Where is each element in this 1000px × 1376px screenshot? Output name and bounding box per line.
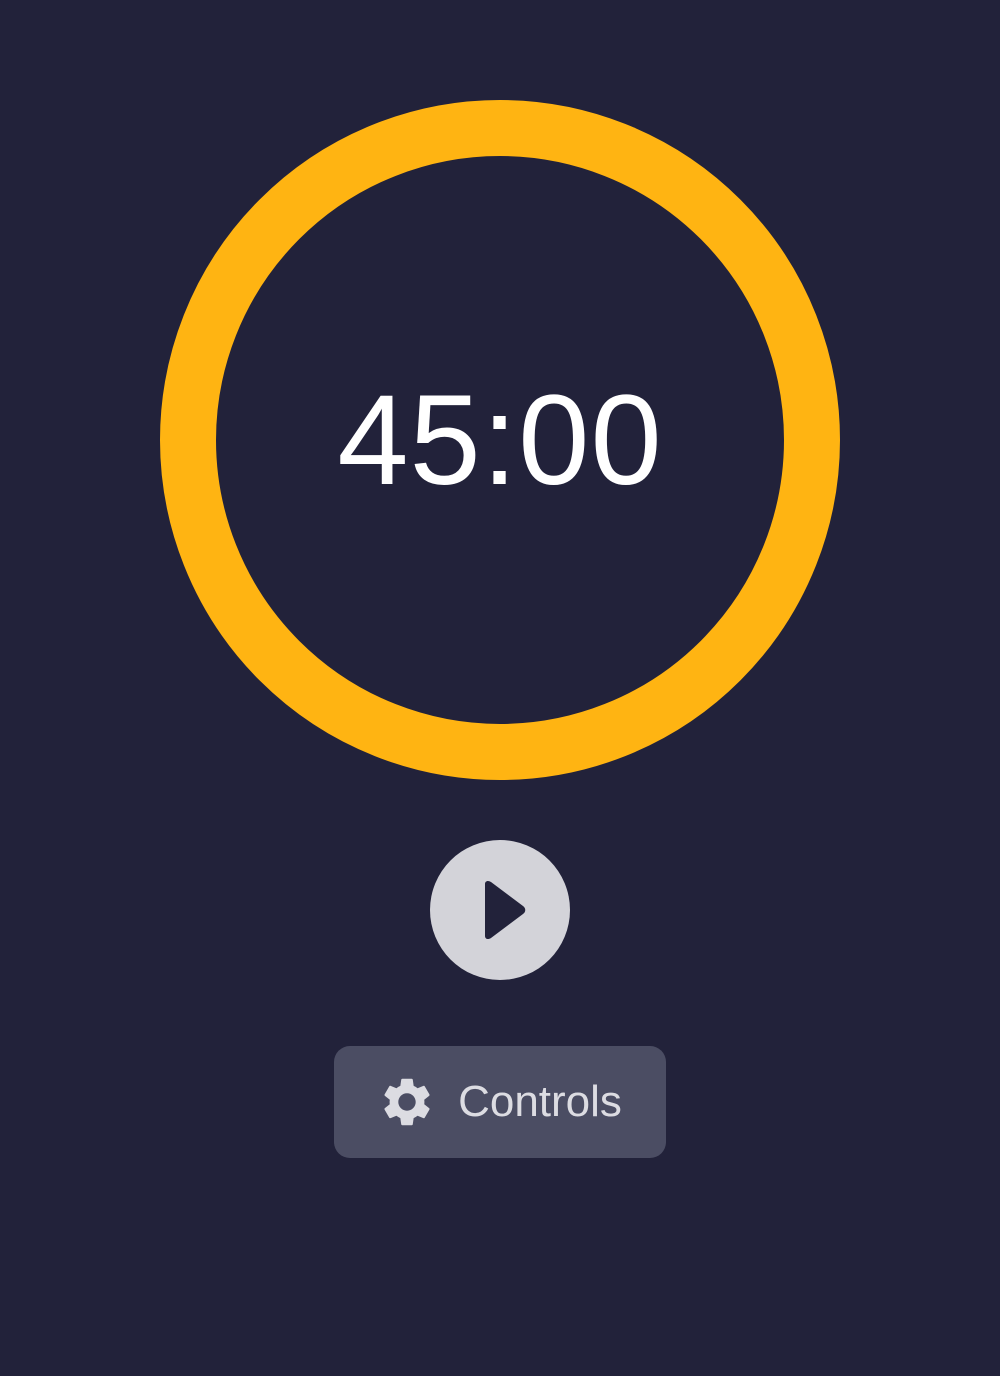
timer-display: 45:00 — [337, 368, 663, 512]
gear-icon — [384, 1078, 430, 1126]
controls-label: Controls — [458, 1077, 622, 1126]
controls-button[interactable]: Controls — [334, 1046, 666, 1158]
play-button[interactable] — [430, 840, 570, 980]
play-icon — [485, 880, 526, 940]
